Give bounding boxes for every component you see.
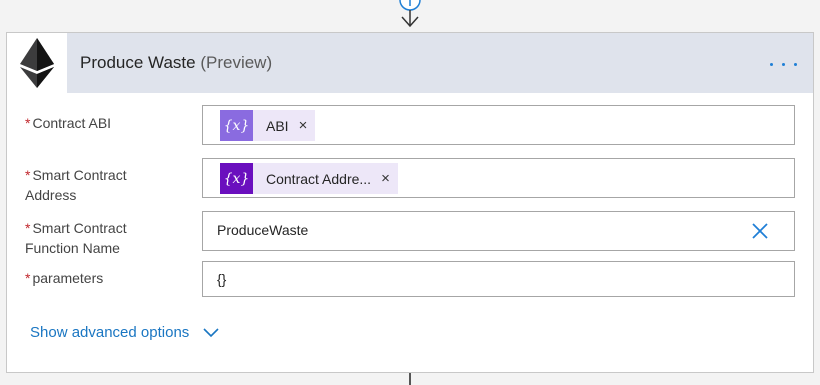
contract-address-field[interactable]: {x} Contract Addre... ×	[202, 158, 795, 198]
abi-token-label: ABI	[266, 117, 289, 134]
flow-connector-line	[409, 373, 411, 385]
parameters-input[interactable]: {}	[202, 261, 795, 297]
contract-address-label-line2: Address	[25, 187, 77, 203]
remove-address-token-button[interactable]: ×	[371, 170, 398, 187]
ethereum-icon	[7, 33, 67, 93]
action-title: Produce Waste (Preview)	[80, 53, 272, 73]
contract-address-token[interactable]: {x} Contract Addre... ×	[220, 163, 398, 194]
more-dot-icon	[770, 63, 773, 66]
parameters-value: {}	[217, 271, 227, 287]
contract-abi-label-text: Contract ABI	[32, 115, 112, 131]
function-name-label: * Smart Contract Function Name	[25, 218, 127, 258]
required-marker: *	[25, 115, 31, 131]
chevron-down-icon	[203, 327, 219, 337]
function-name-value: ProduceWaste	[217, 222, 309, 238]
more-options-button[interactable]	[767, 54, 799, 74]
required-marker: *	[25, 270, 31, 286]
contract-address-token-label: Contract Addre...	[266, 170, 372, 187]
contract-address-label-line1: Smart Contract	[32, 167, 127, 183]
required-marker: *	[25, 220, 31, 236]
action-card-header[interactable]: Produce Waste (Preview)	[7, 33, 813, 93]
clear-icon[interactable]	[750, 221, 770, 241]
contract-abi-field[interactable]: {x} ABI ×	[202, 105, 795, 145]
more-dot-icon	[794, 63, 797, 66]
function-name-label-line1: Smart Contract	[32, 220, 127, 236]
preview-tag: (Preview)	[200, 53, 273, 72]
required-marker: *	[25, 167, 31, 183]
remove-abi-token-button[interactable]: ×	[289, 117, 316, 134]
more-dot-icon	[782, 63, 785, 66]
parameters-label: * parameters	[25, 268, 103, 288]
show-advanced-options-label: Show advanced options	[30, 324, 190, 341]
parameters-label-text: parameters	[32, 270, 104, 286]
expression-icon: {x}	[220, 163, 253, 194]
function-name-label-line2: Function Name	[25, 240, 120, 256]
add-step-connector[interactable]	[396, 0, 424, 30]
action-title-text: Produce Waste	[80, 53, 196, 72]
contract-address-label: * Smart Contract Address	[25, 165, 127, 205]
action-card: Produce Waste (Preview) * Contract ABI {x…	[6, 32, 814, 373]
abi-token[interactable]: {x} ABI ×	[220, 110, 316, 141]
show-advanced-options-link[interactable]: Show advanced options	[30, 324, 219, 341]
function-name-input[interactable]: ProduceWaste	[202, 211, 795, 251]
expression-icon: {x}	[220, 110, 253, 141]
contract-abi-label: * Contract ABI	[25, 113, 111, 133]
